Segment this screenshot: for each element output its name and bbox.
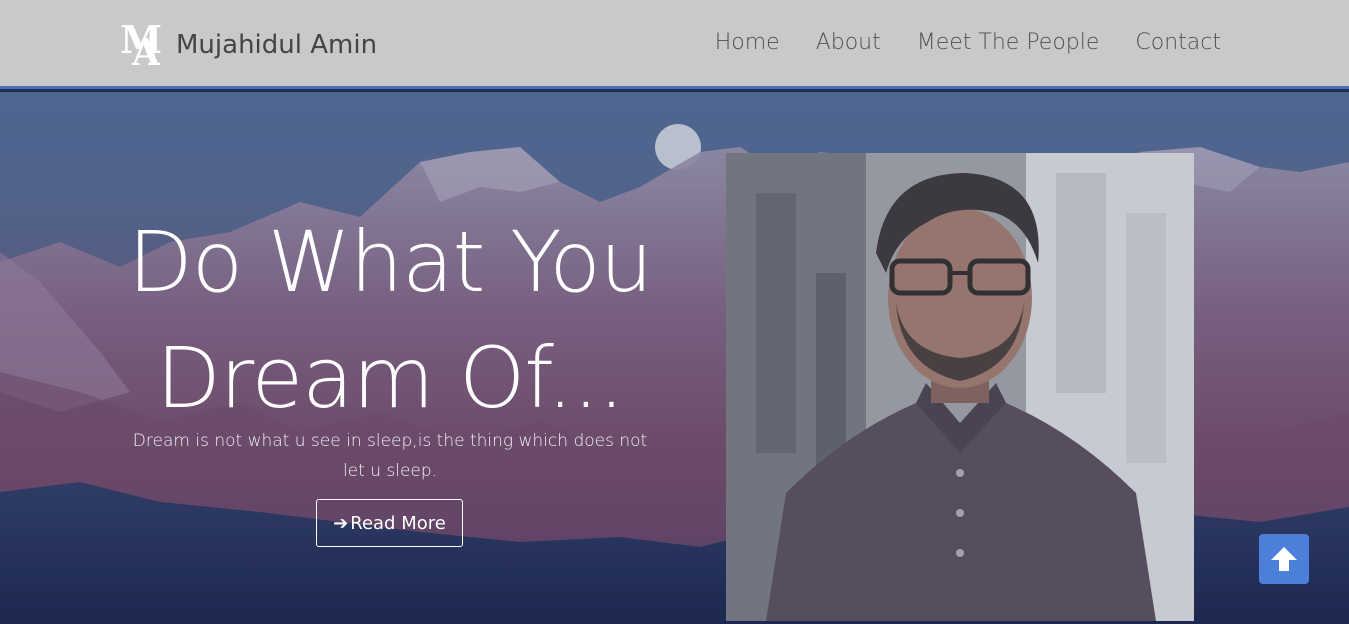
- hero-section: Do What You Dream Of... Dream is not wha…: [0, 92, 1349, 624]
- scroll-to-top-button[interactable]: [1259, 534, 1309, 584]
- portrait-illustration: [726, 153, 1194, 621]
- arrow-right-icon: ➔: [333, 512, 349, 534]
- profile-photo: [726, 153, 1194, 621]
- nav-link-about[interactable]: About: [816, 30, 881, 55]
- arrow-up-icon: [1271, 547, 1297, 571]
- main-nav: Home About Meet The People Contact: [679, 30, 1221, 55]
- brand[interactable]: MA Mujahidul Amin: [120, 17, 377, 72]
- hero-subtext: Dream is not what u see in sleep,is the …: [132, 431, 648, 481]
- read-more-button[interactable]: ➔ Read More: [316, 499, 463, 547]
- brand-logo: MA: [120, 16, 162, 74]
- hero-headline-line1: Do What You: [128, 213, 653, 311]
- brand-name: Mujahidul Amin: [176, 29, 378, 60]
- navbar: MA Mujahidul Amin Home About Meet The Pe…: [0, 0, 1349, 89]
- read-more-label: Read More: [350, 512, 446, 534]
- nav-link-meet-the-people[interactable]: Meet The People: [917, 30, 1100, 55]
- nav-link-home[interactable]: Home: [715, 30, 780, 55]
- hero-headline-line2: Dream Of...: [156, 329, 625, 427]
- nav-link-contact[interactable]: Contact: [1135, 30, 1221, 55]
- hero-headline: Do What You Dream Of...: [110, 204, 670, 436]
